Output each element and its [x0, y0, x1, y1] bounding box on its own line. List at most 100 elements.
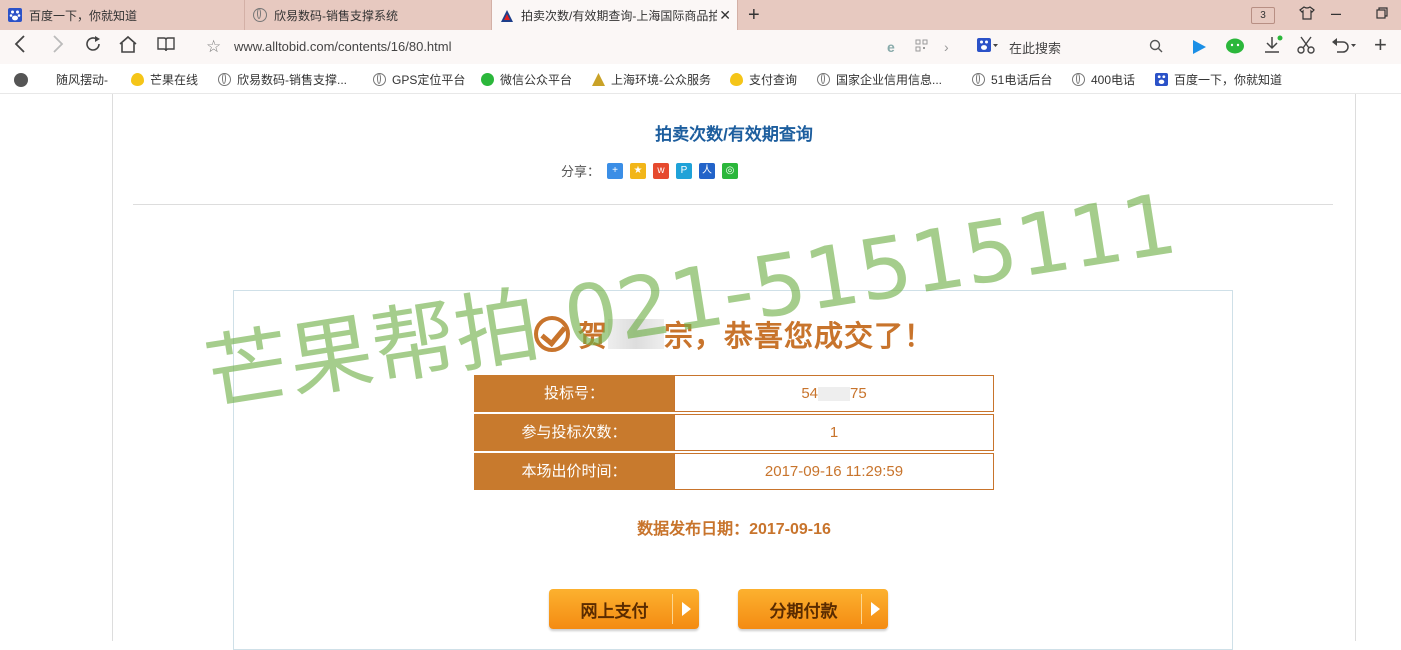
bid-count-value: 1 [674, 414, 994, 451]
share-more-icon[interactable]: + [607, 162, 624, 179]
table-row: 本场出价时间： 2017-09-16 11:29:59 [474, 453, 994, 490]
skin-icon[interactable] [1299, 6, 1315, 23]
search-icon[interactable] [1149, 39, 1163, 56]
row-label: 投标号： [474, 375, 674, 412]
globe-icon [972, 73, 985, 86]
share-renren-icon[interactable]: 人 [699, 162, 716, 179]
button-label: 网上支付 [580, 601, 649, 621]
minimize-icon[interactable]: – [1331, 3, 1341, 24]
page-content: 拍卖次数/有效期查询 分享： + ★ w P 人 ◎ 贺 宗，恭喜您成交了！ 投… [112, 94, 1356, 650]
online-pay-button[interactable]: 网上支付 [549, 589, 699, 629]
globe-icon [373, 73, 386, 86]
tab-label: 拍卖次数/有效期查询-上海国际商品拍 [521, 9, 717, 23]
table-row: 参与投标次数： 1 [474, 414, 994, 451]
redacted-name [608, 319, 664, 349]
bookmark-label: 400电话 [1091, 73, 1136, 87]
mango-icon [730, 73, 743, 86]
bookmark-label: 芒果在线 [150, 73, 199, 87]
address-bar-url[interactable]: www.alltobid.com/contents/16/80.html [234, 39, 452, 54]
installment-pay-button[interactable]: 分期付款 [738, 589, 888, 629]
bookmark-item[interactable]: 微信公众平台 [481, 71, 572, 88]
bid-time-value: 2017-09-16 11:29:59 [674, 453, 994, 490]
result-table: 投标号： 54 75 参与投标次数： 1 本场出价时间： 2017-09-16 1… [474, 375, 994, 492]
screenshot-scissors-icon[interactable] [1297, 36, 1315, 59]
bookmark-label: 支付查询 [749, 73, 798, 87]
button-label: 分期付款 [769, 601, 838, 621]
baidu-paw-icon [1155, 73, 1168, 86]
tab-label: 百度一下，你就知道 [29, 8, 138, 23]
wechat-icon[interactable] [1225, 37, 1245, 60]
bookmark-label: 随风摆动- [56, 73, 108, 87]
publish-date: 数据发布日期：2017-09-16 [637, 521, 831, 538]
result-panel: 贺 宗，恭喜您成交了！ 投标号： 54 75 参与投标次数： 1 本场出价时间： … [233, 290, 1233, 650]
menu-plus-icon[interactable]: + [1374, 32, 1387, 58]
congrats-heading: 贺 宗，恭喜您成交了！ [234, 313, 1234, 355]
check-circle-icon [533, 316, 570, 352]
qr-code-icon[interactable] [915, 39, 928, 55]
bookmark-item[interactable]: 百度一下，你就知道 [1155, 71, 1282, 88]
chevron-right-icon[interactable]: › [944, 39, 949, 55]
home-icon[interactable] [118, 35, 138, 59]
congrats-prefix: 贺 [577, 321, 608, 353]
avatar-icon [14, 72, 28, 87]
bid-number-value: 54 75 [674, 375, 994, 412]
tab-count-badge[interactable]: 3 [1251, 7, 1275, 24]
bookmark-item[interactable]: 芒果在线 [131, 71, 198, 88]
search-input[interactable]: 在此搜索 [1009, 38, 1061, 57]
bookmarks-bar: 随风摆动- 芒果在线 欣易数码-销售支撑... GPS定位平台 微信公众平台 上… [0, 64, 1401, 94]
share-bar: 分享： + ★ w P 人 ◎ [561, 161, 739, 180]
new-tab-icon[interactable]: + [748, 4, 760, 27]
play-arrow-icon [672, 594, 699, 624]
tab-baidu[interactable]: 百度一下，你就知道 [0, 0, 245, 30]
tab-alltobid[interactable]: 拍卖次数/有效期查询-上海国际商品拍 ✕ [492, 0, 738, 31]
forward-icon[interactable] [52, 35, 64, 59]
share-weibo-icon[interactable]: w [653, 162, 670, 179]
bookmark-label: 百度一下，你就知道 [1174, 73, 1283, 87]
row-label: 参与投标次数： [474, 414, 674, 451]
divider [133, 204, 1333, 205]
row-label: 本场出价时间： [474, 453, 674, 490]
shanghai-env-icon [592, 73, 605, 86]
navigation-bar: ☆ www.alltobid.com/contents/16/80.html e… [0, 30, 1401, 65]
tab-label: 欣易数码-销售支撑系统 [274, 8, 398, 23]
restore-icon[interactable] [1376, 6, 1388, 22]
share-wechat-icon[interactable]: ◎ [722, 162, 739, 179]
bookmark-item[interactable]: 欣易数码-销售支撑... [218, 71, 347, 88]
share-qzone-icon[interactable]: ★ [630, 162, 647, 179]
globe-icon [253, 8, 267, 22]
bookmark-label: 51电话后台 [991, 73, 1053, 87]
close-tab-icon[interactable]: ✕ [719, 7, 731, 24]
tab-xinyi[interactable]: 欣易数码-销售支撑系统 [245, 0, 492, 30]
reading-mode-icon[interactable] [156, 35, 176, 59]
alltobid-logo-icon [500, 9, 514, 23]
tab-strip: 百度一下，你就知道 欣易数码-销售支撑系统 拍卖次数/有效期查询-上海国际商品拍… [0, 0, 1401, 31]
play-arrow-icon [861, 594, 888, 624]
bookmark-label: 上海环境-公众服务 [611, 73, 711, 87]
bookmark-star-icon[interactable]: ☆ [206, 37, 221, 57]
share-tencent-weibo-icon[interactable]: P [676, 162, 693, 179]
back-icon[interactable] [14, 35, 26, 59]
bookmark-label: 欣易数码-销售支撑... [237, 73, 347, 87]
reload-icon[interactable] [84, 35, 102, 59]
bookmark-item[interactable]: 51电话后台 [972, 71, 1052, 88]
video-play-icon[interactable] [1190, 38, 1208, 61]
table-row: 投标号： 54 75 [474, 375, 994, 412]
bookmark-item[interactable]: GPS定位平台 [373, 71, 465, 88]
wechat-icon [481, 73, 494, 86]
mango-icon [131, 73, 144, 86]
bookmark-label: 微信公众平台 [500, 73, 573, 87]
bookmark-label: 国家企业信用信息... [836, 73, 943, 87]
bookmark-item[interactable]: 国家企业信用信息... [817, 71, 942, 88]
page-title: 拍卖次数/有效期查询 [655, 125, 813, 144]
bookmark-item[interactable]: 上海环境-公众服务 [592, 71, 711, 88]
globe-icon [817, 73, 830, 86]
download-icon[interactable] [1263, 35, 1283, 60]
redacted-digits [818, 387, 850, 402]
bookmark-item[interactable]: 支付查询 [730, 71, 797, 88]
search-engine-baidu-icon[interactable] [977, 38, 999, 55]
ie-mode-icon[interactable]: e [887, 39, 895, 55]
undo-icon[interactable] [1331, 36, 1357, 59]
bookmark-item[interactable]: 随风摆动- [14, 71, 108, 88]
globe-icon [1072, 73, 1085, 86]
bookmark-item[interactable]: 400电话 [1072, 71, 1135, 88]
